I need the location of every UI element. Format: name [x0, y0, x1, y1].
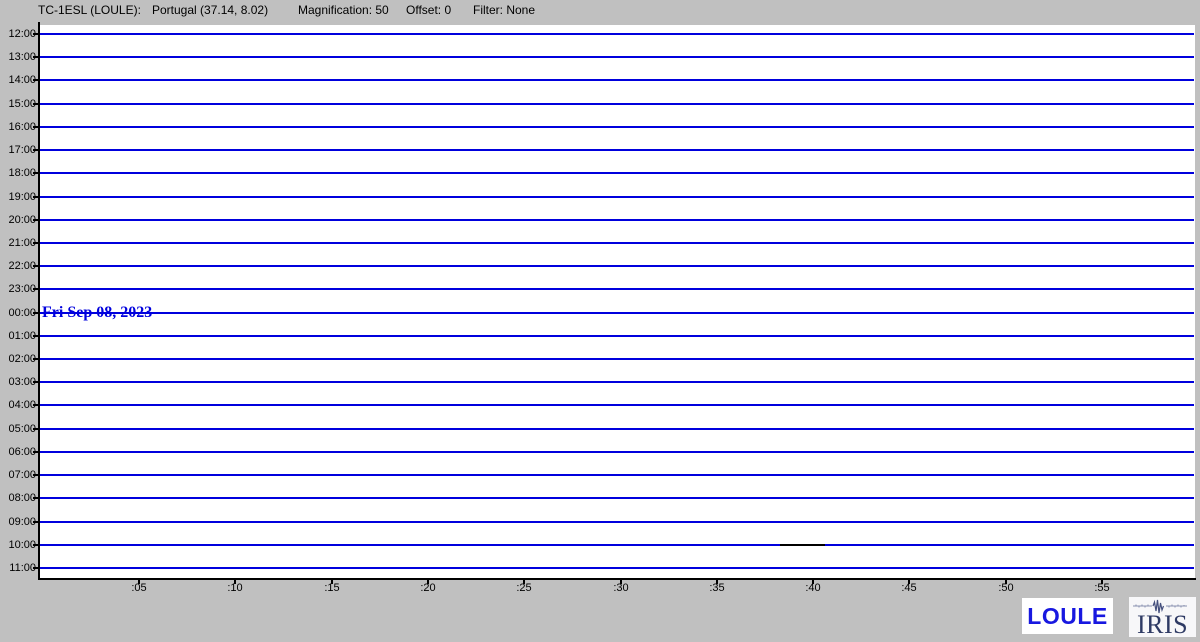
- minute-label: :55: [1085, 582, 1119, 594]
- trace-line: [40, 474, 1194, 476]
- minute-label: :45: [892, 582, 926, 594]
- filter-value: Filter: None: [473, 3, 535, 17]
- hour-label: 03:00: [0, 376, 36, 388]
- trace-line: [40, 335, 1194, 337]
- trace-line: [40, 103, 1194, 105]
- hour-tick: [33, 521, 38, 523]
- trace-line: [40, 567, 1194, 569]
- hour-label: 11:00: [0, 562, 36, 574]
- station-name-badge[interactable]: LOULE: [1022, 598, 1113, 634]
- hour-tick: [33, 126, 38, 128]
- hour-tick: [33, 265, 38, 267]
- hour-tick: [33, 428, 38, 430]
- hour-tick: [33, 288, 38, 290]
- magnification-value: Magnification: 50: [298, 3, 389, 17]
- minute-label: :05: [122, 582, 156, 594]
- hour-tick: [33, 381, 38, 383]
- hour-tick: [33, 312, 38, 314]
- trace-line: [40, 126, 1194, 128]
- trace-line: [40, 358, 1194, 360]
- station-id: TC-1ESL (LOULE):: [38, 3, 141, 17]
- minute-label: :10: [218, 582, 252, 594]
- hour-label: 05:00: [0, 423, 36, 435]
- minute-label: :30: [604, 582, 638, 594]
- minute-label: :15: [315, 582, 349, 594]
- hour-label: 02:00: [0, 353, 36, 365]
- trace-line: [40, 312, 1194, 314]
- hour-tick: [33, 79, 38, 81]
- offset-value: Offset: 0: [406, 3, 451, 17]
- minute-label: :35: [700, 582, 734, 594]
- minute-label: :20: [411, 582, 445, 594]
- hour-tick: [33, 544, 38, 546]
- hour-tick: [33, 172, 38, 174]
- iris-logo-graphic: IRIS: [1129, 597, 1196, 637]
- helicorder-plot-area[interactable]: [40, 25, 1195, 578]
- trace-line: [40, 79, 1194, 81]
- minute-label: :50: [989, 582, 1023, 594]
- hour-label: 17:00: [0, 144, 36, 156]
- trace-line: [40, 451, 1194, 453]
- iris-logo-text: IRIS: [1137, 610, 1188, 637]
- hour-tick: [33, 497, 38, 499]
- hour-tick: [33, 242, 38, 244]
- hour-label: 23:00: [0, 283, 36, 295]
- seismogram-trace-left: [1133, 605, 1152, 608]
- station-location: Portugal (37.14, 8.02): [152, 3, 268, 17]
- hour-label: 21:00: [0, 237, 36, 249]
- trace-line: [40, 521, 1194, 523]
- hour-label: 09:00: [0, 516, 36, 528]
- hour-label: 22:00: [0, 260, 36, 272]
- trace-line: [40, 149, 1194, 151]
- iris-logo[interactable]: IRIS: [1129, 597, 1196, 637]
- hour-tick: [33, 56, 38, 58]
- hour-label: 16:00: [0, 121, 36, 133]
- hour-tick: [33, 149, 38, 151]
- minute-label: :40: [796, 582, 830, 594]
- trace-line: [40, 196, 1194, 198]
- hour-label: 06:00: [0, 446, 36, 458]
- minute-label: :25: [507, 582, 541, 594]
- trace-line: [40, 56, 1194, 58]
- date-annotation: Fri Sep 08, 2023: [42, 303, 152, 323]
- hour-label: 01:00: [0, 330, 36, 342]
- trace-black-segment: [780, 544, 825, 546]
- hour-label: 19:00: [0, 191, 36, 203]
- trace-line: [40, 172, 1194, 174]
- hour-label: 08:00: [0, 492, 36, 504]
- hour-tick: [33, 196, 38, 198]
- hour-tick: [33, 219, 38, 221]
- trace-line: [40, 544, 1194, 546]
- hour-tick: [33, 103, 38, 105]
- hour-label: 10:00: [0, 539, 36, 551]
- trace-line: [40, 428, 1194, 430]
- hour-tick: [33, 567, 38, 569]
- hour-tick: [33, 335, 38, 337]
- hour-label: 14:00: [0, 74, 36, 86]
- hour-label: 04:00: [0, 399, 36, 411]
- trace-line: [40, 33, 1194, 35]
- trace-line: [40, 497, 1194, 499]
- hour-label: 12:00: [0, 28, 36, 40]
- hour-label: 07:00: [0, 469, 36, 481]
- trace-line: [40, 288, 1194, 290]
- hour-label: 15:00: [0, 98, 36, 110]
- hour-tick: [33, 404, 38, 406]
- trace-line: [40, 381, 1194, 383]
- hour-tick: [33, 358, 38, 360]
- trace-line: [40, 219, 1194, 221]
- hour-tick: [33, 474, 38, 476]
- hour-label: 20:00: [0, 214, 36, 226]
- seismogram-trace-right: [1166, 605, 1187, 608]
- hour-label: 00:00: [0, 307, 36, 319]
- hour-label: 18:00: [0, 167, 36, 179]
- trace-line: [40, 265, 1194, 267]
- trace-line: [40, 242, 1194, 244]
- hour-tick: [33, 451, 38, 453]
- station-monitor-window: { "header": { "station": "TC-1ESL (LOULE…: [0, 0, 1200, 638]
- hour-label: 13:00: [0, 51, 36, 63]
- x-axis-line: [38, 578, 1196, 580]
- trace-line: [40, 404, 1194, 406]
- hour-tick: [33, 33, 38, 35]
